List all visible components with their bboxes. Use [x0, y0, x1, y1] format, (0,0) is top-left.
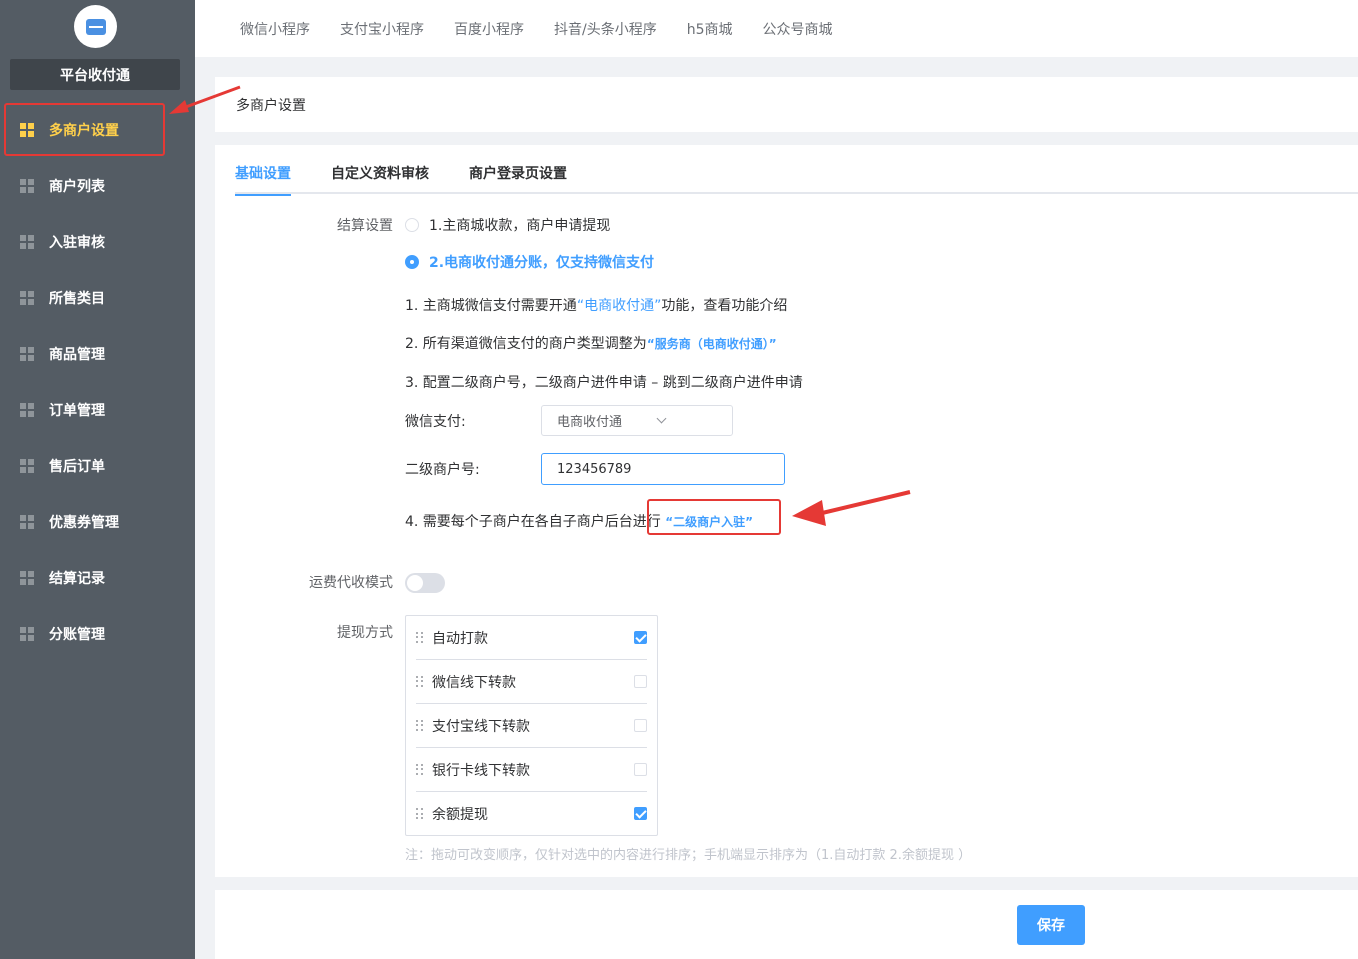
- list-item[interactable]: 支付宝线下转款: [416, 704, 647, 748]
- wechat-pay-label: 微信支付:: [405, 414, 466, 430]
- checkbox-unchecked[interactable]: [634, 675, 647, 688]
- sidebar-item-label: 订单管理: [49, 403, 105, 419]
- sidebar-item-categories[interactable]: 所售类目: [0, 270, 195, 326]
- settings-panel: 基础设置 自定义资料审核 商户登录页设置 结算设置 1.主商城收款，商户申请提现…: [215, 145, 1358, 877]
- topnav-baidu-mini[interactable]: 百度小程序: [454, 19, 524, 39]
- brand-title: 平台收付通: [10, 59, 180, 90]
- list-item[interactable]: 银行卡线下转款: [416, 748, 647, 792]
- step-4: 4. 需要每个子商户在各自子商户后台进行 “二级商户入驻”: [405, 514, 754, 530]
- sidebar-item-label: 多商户设置: [49, 123, 119, 139]
- checkbox-checked[interactable]: [634, 631, 647, 644]
- grid-icon: [20, 179, 34, 193]
- page-title: 多商户设置: [215, 77, 1358, 132]
- topnav-official-account-store[interactable]: 公众号商城: [763, 19, 833, 39]
- settlement-option-1[interactable]: 1.主商城收款，商户申请提现: [405, 215, 610, 235]
- grid-icon: [20, 123, 34, 137]
- grid-icon: [20, 459, 34, 473]
- sidebar-item-merchant-list[interactable]: 商户列表: [0, 158, 195, 214]
- topnav-alipay-mini[interactable]: 支付宝小程序: [340, 19, 424, 39]
- grid-icon: [20, 347, 34, 361]
- topnav-wechat-mini[interactable]: 微信小程序: [240, 19, 310, 39]
- settlement-option-2[interactable]: 2.电商收付通分账，仅支持微信支付: [405, 252, 654, 272]
- freight-label: 运费代收模式: [309, 575, 393, 591]
- drag-handle-icon[interactable]: [416, 763, 424, 776]
- sidebar-item-after-sales[interactable]: 售后订单: [0, 438, 195, 494]
- sidebar-item-onboarding-review[interactable]: 入驻审核: [0, 214, 195, 270]
- checkbox-unchecked[interactable]: [634, 719, 647, 732]
- chevron-down-icon: [656, 413, 667, 424]
- withdraw-note: 注：拖动可改变顺序，仅针对选中的内容进行排序；手机端显示排序为（1.自动打款 2…: [405, 848, 972, 863]
- radio-unchecked-icon: [405, 218, 419, 232]
- sidebar-item-settlements[interactable]: 结算记录: [0, 550, 195, 606]
- wechat-pay-select[interactable]: 电商收付通: [541, 405, 733, 436]
- withdraw-label: 提现方式: [337, 625, 393, 641]
- tab-bar: 基础设置 自定义资料审核 商户登录页设置: [235, 163, 1358, 196]
- sub-merchant-label: 二级商户号:: [405, 462, 480, 478]
- sidebar-item-label: 优惠券管理: [49, 515, 119, 531]
- step-2: 2. 所有渠道微信支付的商户类型调整为“服务商（电商收付通）”: [405, 336, 777, 352]
- sidebar-item-label: 入驻审核: [49, 235, 105, 251]
- topnav-douyin-mini[interactable]: 抖音/头条小程序: [554, 19, 657, 39]
- settlement-label: 结算设置: [337, 218, 393, 234]
- sidebar: 平台收付通 多商户设置 商户列表 入驻审核 所售类目 商品管理 订单管理 售后订…: [0, 0, 195, 959]
- topnav-h5-store[interactable]: h5商城: [687, 19, 733, 39]
- sidebar-item-label: 商户列表: [49, 179, 105, 195]
- service-provider-link[interactable]: “服务商（电商收付通）”: [647, 337, 777, 351]
- grid-icon: [20, 627, 34, 641]
- sidebar-item-label: 结算记录: [49, 571, 105, 587]
- drag-handle-icon[interactable]: [416, 675, 424, 688]
- sidebar-item-label: 售后订单: [49, 459, 105, 475]
- sidebar-item-multi-merchant-settings[interactable]: 多商户设置: [0, 102, 195, 158]
- sidebar-item-label: 分账管理: [49, 627, 105, 643]
- grid-icon: [20, 515, 34, 529]
- save-bar: 保存: [215, 890, 1358, 959]
- grid-icon: [20, 291, 34, 305]
- grid-icon: [20, 403, 34, 417]
- tab-login-page[interactable]: 商户登录页设置: [469, 163, 567, 194]
- checkbox-checked[interactable]: [634, 807, 647, 820]
- tab-basic-settings[interactable]: 基础设置: [235, 163, 291, 196]
- sidebar-item-label: 所售类目: [49, 291, 105, 307]
- sidebar-menu: 多商户设置 商户列表 入驻审核 所售类目 商品管理 订单管理 售后订单 优惠券管…: [0, 102, 195, 662]
- freight-toggle[interactable]: [405, 573, 445, 593]
- list-item[interactable]: 自动打款: [416, 616, 647, 660]
- top-nav: 微信小程序 支付宝小程序 百度小程序 抖音/头条小程序 h5商城 公众号商城: [195, 0, 1358, 57]
- grid-icon: [20, 235, 34, 249]
- drag-handle-icon[interactable]: [416, 808, 424, 820]
- save-button[interactable]: 保存: [1017, 905, 1085, 945]
- list-item[interactable]: 余额提现: [416, 792, 647, 836]
- step-1: 1. 主商城微信支付需要开通“电商收付通”功能，查看功能介绍: [405, 298, 788, 314]
- tab-custom-review[interactable]: 自定义资料审核: [331, 163, 429, 194]
- sidebar-item-label: 商品管理: [49, 347, 105, 363]
- sidebar-item-coupons[interactable]: 优惠券管理: [0, 494, 195, 550]
- logo-icon: [74, 5, 117, 48]
- ecommerce-payment-link[interactable]: “电商收付通”: [577, 298, 662, 314]
- sub-merchant-onboarding-link[interactable]: “二级商户入驻”: [665, 515, 753, 529]
- sidebar-item-orders[interactable]: 订单管理: [0, 382, 195, 438]
- sidebar-item-profit-sharing[interactable]: 分账管理: [0, 606, 195, 662]
- sub-merchant-input[interactable]: [541, 453, 785, 485]
- checkbox-unchecked[interactable]: [634, 763, 647, 776]
- drag-handle-icon[interactable]: [416, 719, 424, 732]
- withdraw-method-list: 自动打款 微信线下转款 支付宝线下转款 银行卡线下转款 余额提现: [405, 615, 658, 836]
- step-3: 3. 配置二级商户号，二级商户进件申请 – 跳到二级商户进件申请: [405, 375, 803, 391]
- radio-checked-icon: [405, 255, 419, 269]
- drag-handle-icon[interactable]: [416, 631, 424, 644]
- list-item[interactable]: 微信线下转款: [416, 660, 647, 704]
- sidebar-item-products[interactable]: 商品管理: [0, 326, 195, 382]
- grid-icon: [20, 571, 34, 585]
